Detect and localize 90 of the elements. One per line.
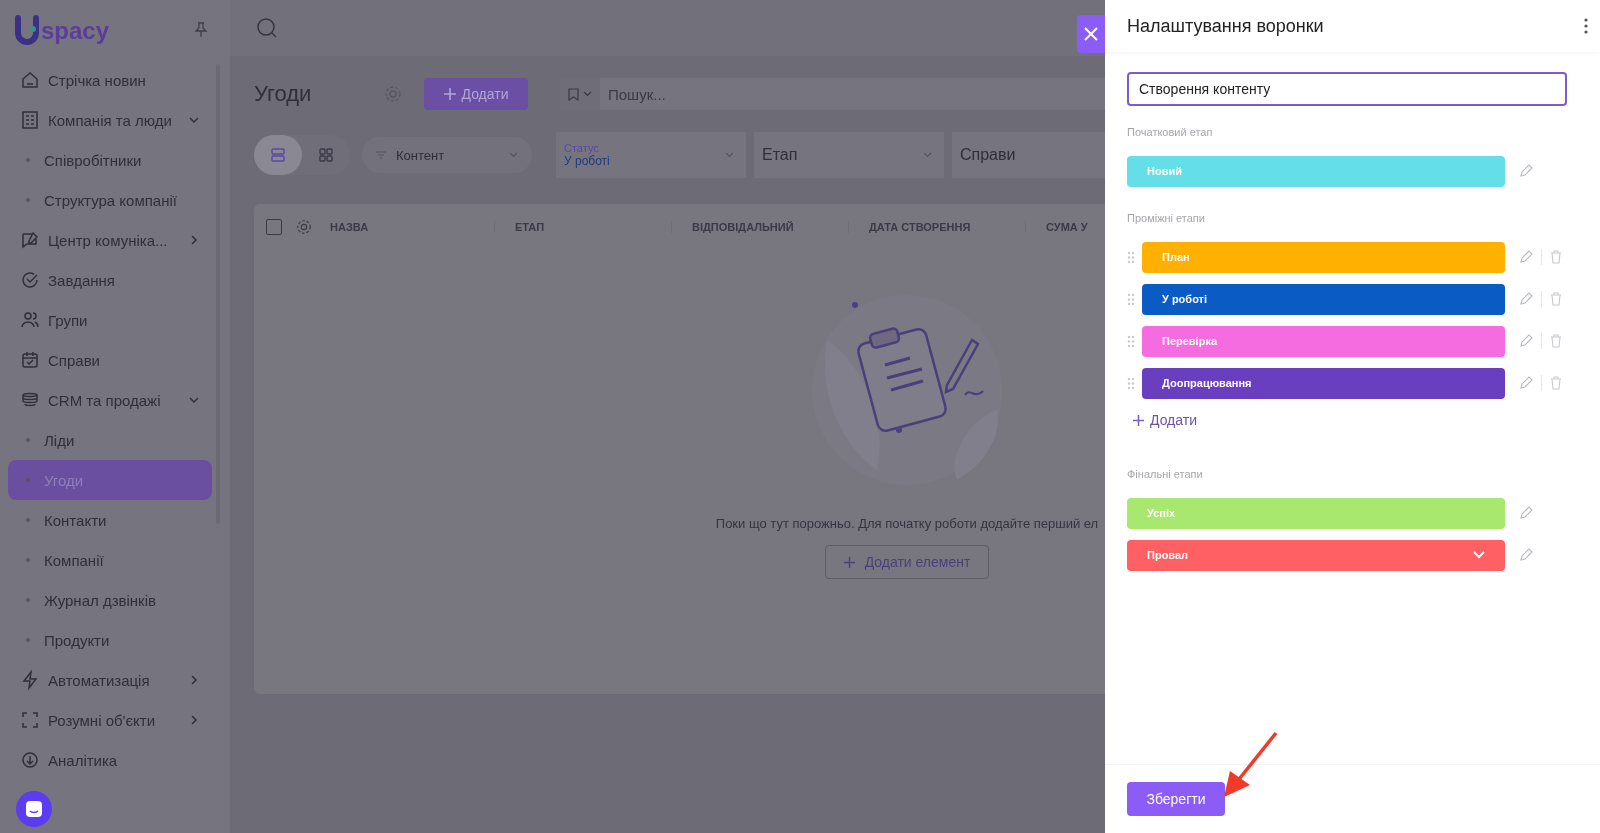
stage-bar[interactable]: Провал <box>1127 539 1505 571</box>
pencil-icon[interactable] <box>1519 506 1533 520</box>
building-icon <box>20 110 40 130</box>
close-icon <box>1084 27 1098 41</box>
chevron-down-icon <box>1473 551 1485 559</box>
pencil-icon[interactable] <box>1519 548 1533 562</box>
bookmark-icon <box>568 87 579 101</box>
trash-icon[interactable] <box>1550 334 1562 348</box>
sidebar-subitem[interactable]: Контакти <box>8 500 212 540</box>
drag-handle-icon[interactable] <box>1127 334 1135 348</box>
drag-handle-icon[interactable] <box>1127 376 1135 390</box>
sidebar-item[interactable]: Стрічка новин <box>8 60 212 100</box>
stage-bar[interactable]: Перевірка <box>1142 325 1505 357</box>
close-button[interactable] <box>1077 15 1105 53</box>
more-options-icon[interactable] <box>1584 18 1588 34</box>
logo-text: spacy <box>41 17 110 45</box>
sidebar-item[interactable]: Завдання <box>8 260 212 300</box>
scan-icon <box>20 710 40 730</box>
chevron-down-icon <box>725 152 734 158</box>
plus-icon <box>843 556 855 568</box>
sidebar-item[interactable]: Аналітика <box>8 740 212 780</box>
sidebar-subitem[interactable]: Продукти <box>8 620 212 660</box>
section-label: Початковий етап <box>1127 126 1214 138</box>
column-header[interactable]: ДАТА СТВОРЕННЯ <box>848 221 1011 233</box>
search-icon[interactable] <box>256 17 278 39</box>
sidebar-item[interactable]: CRM та продажі <box>8 380 212 420</box>
grid-icon <box>318 147 334 163</box>
drag-handle-icon[interactable] <box>1127 250 1135 264</box>
trash-icon[interactable] <box>1550 250 1562 264</box>
search-field[interactable]: Пошук... <box>600 78 1105 110</box>
pencil-icon[interactable] <box>1519 250 1533 264</box>
pencil-icon[interactable] <box>1519 376 1533 390</box>
pencil-icon[interactable] <box>1519 164 1533 178</box>
save-button[interactable]: Зберегти <box>1127 782 1225 816</box>
filter-dropdown[interactable]: Етап <box>754 132 944 178</box>
people-icon <box>20 310 40 330</box>
page-title: Угоди <box>254 81 313 107</box>
filter-dropdown[interactable]: Статус У роботі <box>556 132 746 178</box>
logo-u-icon <box>14 15 40 45</box>
sidebar-item[interactable]: Справи <box>8 340 212 380</box>
plus-icon <box>1133 414 1144 426</box>
sidebar-subitem[interactable]: Журнал дзвінків <box>8 580 212 620</box>
pencil-icon[interactable] <box>1519 334 1533 348</box>
trash-icon[interactable] <box>1550 292 1562 306</box>
chevron-down-icon <box>509 152 518 158</box>
funnel-name-field[interactable]: Створення контенту <box>1127 72 1567 106</box>
sidebar-subitem[interactable]: Співробітники <box>8 140 212 180</box>
panel-title: Налаштування воронки <box>1127 15 1324 37</box>
drag-handle-icon[interactable] <box>1127 292 1135 306</box>
add-stage-link[interactable]: Додати <box>1127 412 1203 428</box>
sidebar-item[interactable]: Розумні об'єкти <box>8 700 212 740</box>
stage-bar[interactable]: Новий <box>1127 155 1505 187</box>
pin-icon[interactable] <box>194 22 208 38</box>
list-view-button[interactable] <box>254 135 302 175</box>
section-label: Фінальні етапи <box>1127 468 1204 480</box>
list-icon <box>270 147 286 163</box>
stage-bar[interactable]: У роботі <box>1142 283 1505 315</box>
sidebar-subitem[interactable]: Структура компанії <box>8 180 212 220</box>
sidebar-item[interactable]: Автоматизація <box>8 660 212 700</box>
sidebar-subitem[interactable]: Компанії <box>8 540 212 580</box>
select-all-checkbox[interactable] <box>266 219 282 235</box>
sidebar-subitem[interactable]: Ліди <box>8 420 212 460</box>
section-label: Проміжні етапи <box>1127 212 1206 224</box>
sidebar-item[interactable]: Компанія та люди <box>8 100 212 140</box>
plus-icon <box>443 88 456 100</box>
trash-icon[interactable] <box>1550 376 1562 390</box>
sidebar-item[interactable]: Групи <box>8 300 212 340</box>
pencil-icon[interactable] <box>1519 292 1533 306</box>
add-button[interactable]: Додати <box>424 78 528 110</box>
stage-bar[interactable]: План <box>1142 241 1505 273</box>
chevron-down-icon <box>923 152 932 158</box>
chat-icon <box>25 800 43 818</box>
chevron-down-icon <box>583 91 592 97</box>
sidebar-item[interactable]: Центр комуніка... <box>8 220 212 260</box>
bolt-icon <box>20 670 40 690</box>
pipeline-dropdown[interactable]: Контент <box>362 137 532 173</box>
add-element-button[interactable]: Додати елемент <box>825 545 989 579</box>
filter-dropdown[interactable]: Справи <box>952 132 1105 178</box>
column-header[interactable]: ЕТАП <box>494 221 657 233</box>
home-icon <box>20 70 40 90</box>
empty-state-text: Поки що тут порожньо. Для початку роботи додайте перший ел <box>715 516 1099 531</box>
stage-bar[interactable]: Доопрацювання <box>1142 367 1505 399</box>
check-icon <box>20 270 40 290</box>
chat-icon <box>20 230 40 250</box>
column-header[interactable]: НАЗВА <box>326 221 480 233</box>
column-header[interactable]: ВІДПОВІДАЛЬНИЙ <box>671 221 834 233</box>
settings-icon[interactable] <box>296 219 312 235</box>
calendar-icon <box>20 350 40 370</box>
settings-icon[interactable] <box>384 85 402 103</box>
chat-bubble-button[interactable] <box>16 791 52 827</box>
